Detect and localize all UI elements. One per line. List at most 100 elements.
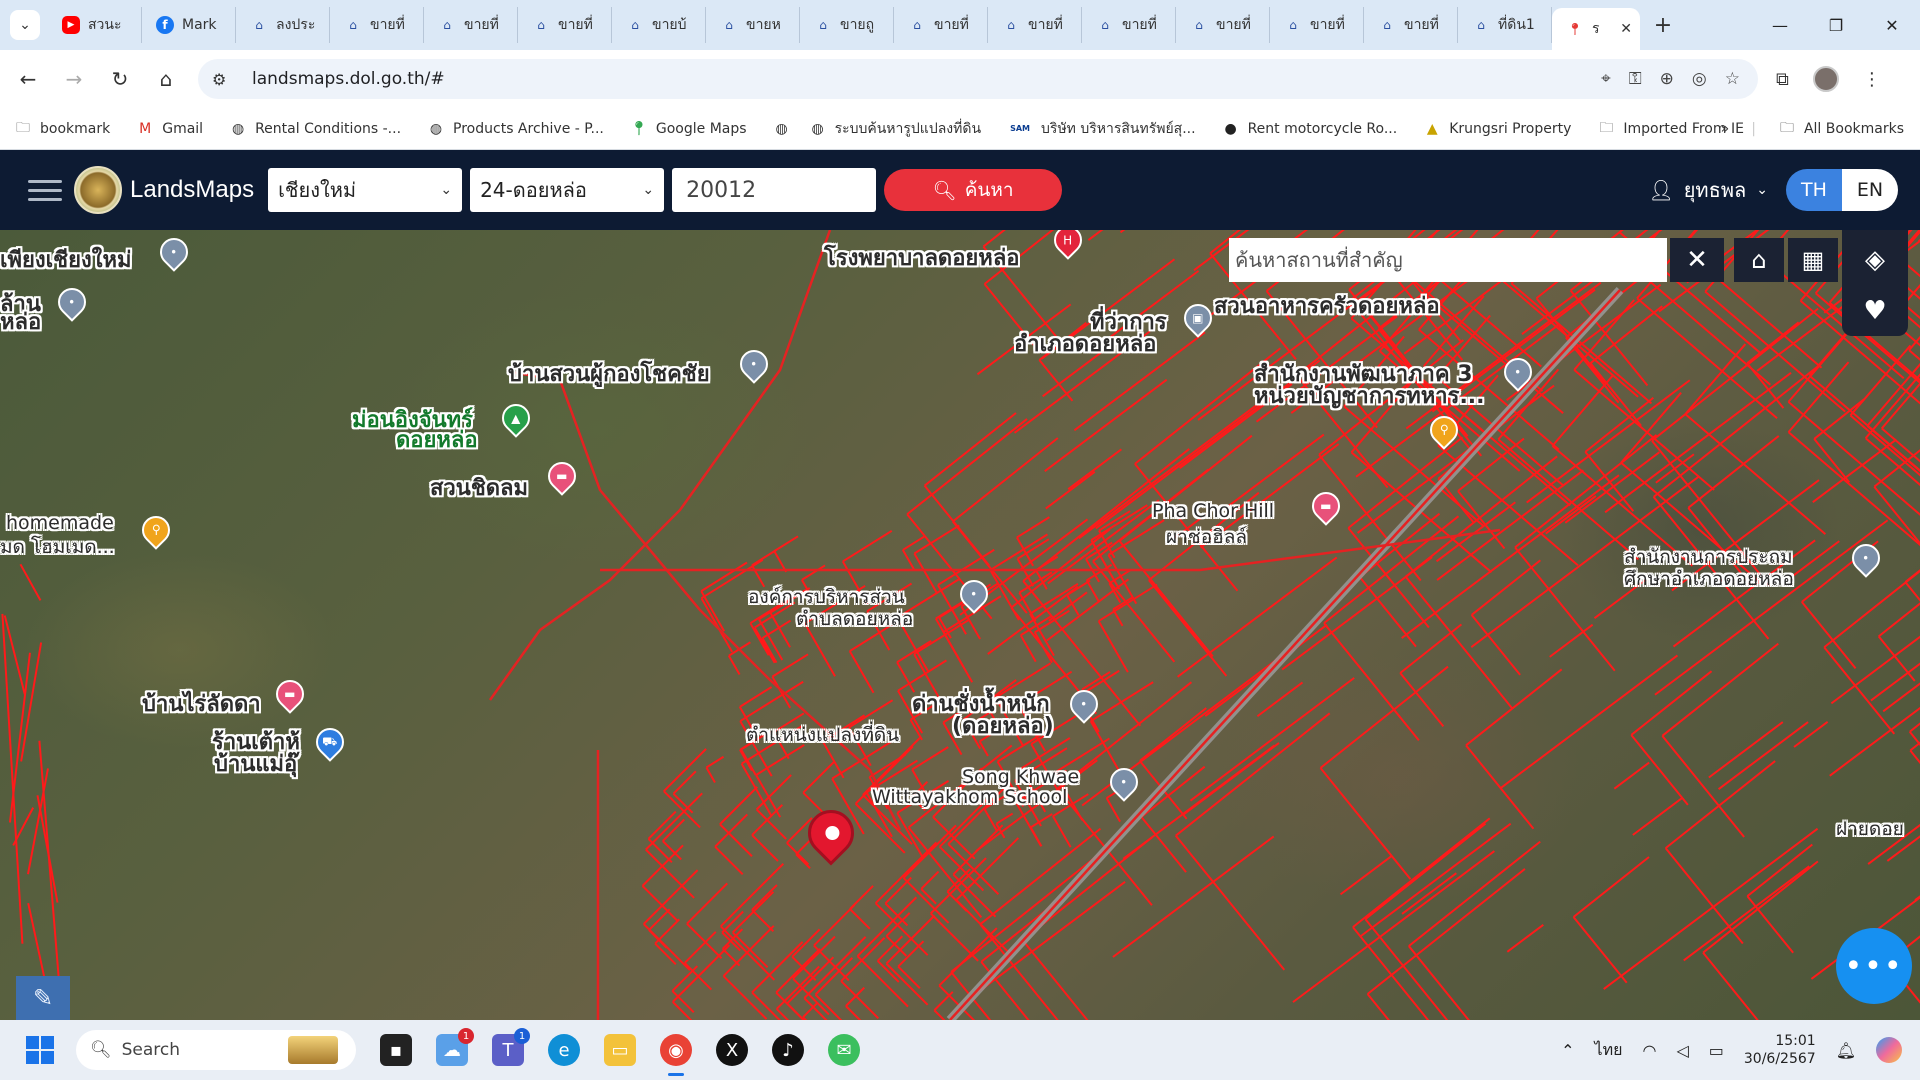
browser-tab[interactable]: ⌂ ขายที่ (1176, 7, 1270, 43)
notifications-icon[interactable]: 🔔︎ (1836, 1041, 1856, 1060)
input-language[interactable]: ไทย (1595, 1038, 1623, 1063)
browser-tab[interactable]: ⌂ ขายที่ (1082, 7, 1176, 43)
location-icon[interactable]: ⌖ (1601, 69, 1611, 89)
file-explorer-icon[interactable]: ▭ (604, 1034, 636, 1066)
active-browser-tab[interactable]: 📍︎ ร ✕ (1552, 8, 1640, 50)
close-tab-icon[interactable]: ✕ (1620, 21, 1632, 37)
bookmark-item[interactable]: ▲ Krungsri Property (1423, 120, 1572, 138)
layers-icon[interactable]: ◈ (1865, 245, 1885, 275)
back-button[interactable]: ← (10, 61, 46, 97)
bookmark-item[interactable]: ◍ (773, 120, 791, 138)
lang-en-button[interactable]: EN (1842, 169, 1898, 211)
home-view-button[interactable]: ⌂ (1734, 238, 1784, 282)
map-label: Song Khwae (962, 766, 1080, 788)
browser-tab[interactable]: ⌂ ขายที่ (1364, 7, 1458, 43)
window-controls: — ❐ ✕ (1752, 0, 1920, 50)
chevron-up-icon[interactable]: ⌃ (1561, 1041, 1574, 1060)
teams-icon[interactable]: T1 (492, 1028, 530, 1066)
map-label: Wittayakhom School (872, 786, 1068, 808)
globe-icon: ◍ (429, 120, 443, 137)
wechat-icon[interactable]: ✉ (828, 1034, 860, 1066)
wifi-icon[interactable]: ◠ (1642, 1041, 1656, 1060)
district-value: 24-ดอยหล่อ (480, 178, 587, 202)
browser-tab[interactable]: f Mark (142, 7, 236, 43)
bookmark-item[interactable]: M Gmail (136, 120, 203, 138)
parcel-number-input[interactable]: 20012 (672, 168, 877, 212)
search-button[interactable]: 🔍︎ ค้นหา (884, 169, 1063, 211)
weather-icon[interactable]: ☁ 1 (436, 1028, 474, 1066)
grid-button[interactable]: ▦ (1788, 238, 1838, 282)
lang-th-button[interactable]: TH (1786, 169, 1842, 211)
address-bar[interactable]: ⚙ landsmaps.dol.go.th/# ⌖ ⚿ ⊕ ◎ ☆ (198, 59, 1758, 99)
reload-button[interactable]: ↻ (102, 61, 138, 97)
edge-icon[interactable]: e (548, 1034, 580, 1066)
browser-toolbar: ← → ↻ ⌂ ⚙ landsmaps.dol.go.th/# ⌖ ⚿ ⊕ ◎ … (0, 50, 1920, 108)
more-bookmarks-icon[interactable]: » (1721, 121, 1730, 137)
tab-title: ขายที่ (934, 17, 969, 33)
close-window-icon[interactable]: ✕ (1864, 0, 1920, 50)
eye-off-icon[interactable]: ◎ (1692, 69, 1707, 89)
taskbar-search[interactable]: 🔍︎ Search (76, 1030, 356, 1070)
province-select[interactable]: เชียงใหม่ ⌄ (268, 168, 463, 212)
user-menu[interactable]: 👤︎ ยุทธพล ⌄ (1648, 174, 1768, 206)
copilot-icon[interactable] (1876, 1037, 1902, 1063)
volume-icon[interactable]: ◁ (1676, 1041, 1688, 1060)
bookmark-item[interactable]: SAM บริษัท บริหารสินทรัพย์สุ... (1007, 118, 1196, 140)
browser-tab[interactable]: ⌂ ขายที่ (1270, 7, 1364, 43)
chat-button[interactable]: ••• (1836, 928, 1912, 1004)
youtube-icon: ▶ (62, 16, 80, 34)
browser-tab[interactable]: ⌂ ขายถู (800, 7, 894, 43)
bookmark-item[interactable]: ◍ Products Archive - P... (427, 120, 604, 138)
bookmark-item[interactable]: ◍ Rental Conditions -... (229, 120, 401, 138)
more-menu-icon[interactable]: ⋮ (1863, 69, 1881, 90)
tab-title: ลงประ (276, 17, 316, 33)
forward-button[interactable]: → (56, 61, 92, 97)
browser-tab[interactable]: ⌂ ขายที่ (330, 7, 424, 43)
new-tab-button[interactable]: + (1648, 10, 1678, 40)
tab-search-button[interactable]: ⌄ (10, 10, 40, 40)
url-text[interactable]: landsmaps.dol.go.th/# (252, 69, 445, 89)
bookmark-item[interactable]: ◍ ระบบค้นหารูปแปลงที่ดิน (809, 118, 981, 140)
restore-icon[interactable]: ❐ (1808, 0, 1864, 50)
browser-tab[interactable]: ⌂ ขายห (706, 7, 800, 43)
minimize-icon[interactable]: — (1752, 0, 1808, 50)
extensions-icon[interactable]: ⧉ (1776, 69, 1789, 90)
windows-start-icon[interactable] (26, 1036, 54, 1064)
map-label: บ้านไร่ลัดดา (142, 692, 261, 717)
browser-tab[interactable]: ⌂ ขายบ้ (612, 7, 706, 43)
tiktok-icon[interactable]: ♪ (772, 1034, 804, 1066)
bookmark-item[interactable]: 📍︎ Google Maps (630, 120, 747, 138)
measure-tool-button[interactable]: ✎ (16, 976, 70, 1020)
browser-tab[interactable]: ⌂ ขายที่ (518, 7, 612, 43)
site-info-icon[interactable]: ⚙ (212, 70, 236, 89)
menu-icon[interactable] (28, 179, 62, 201)
clear-search-button[interactable]: ✕ (1670, 238, 1724, 282)
bookmark-item[interactable]: 🗀 bookmark (14, 120, 110, 138)
search-icon: 🔍︎ (932, 179, 957, 202)
search-icon: 🔍︎ (90, 1040, 112, 1060)
x-icon[interactable]: X (716, 1034, 748, 1066)
bookmark-label: Google Maps (655, 120, 747, 137)
zoom-icon[interactable]: ⊕ (1660, 69, 1674, 89)
browser-tab[interactable]: ▶ สวนะ (48, 7, 142, 43)
chrome-icon[interactable]: ◉ (660, 1034, 692, 1076)
heart-icon[interactable]: ♥ (1863, 296, 1886, 326)
battery-icon[interactable]: ▭ (1709, 1041, 1724, 1060)
gmail-icon: M (139, 120, 152, 137)
home-button[interactable]: ⌂ (148, 61, 184, 97)
password-key-icon[interactable]: ⚿ (1629, 69, 1642, 89)
browser-tab[interactable]: ⌂ ลงประ (236, 7, 330, 43)
bookmark-item[interactable]: ● Rent motorcycle Ro... (1222, 120, 1397, 138)
browser-tab[interactable]: ⌂ ขายที่ (424, 7, 518, 43)
bookmark-star-icon[interactable]: ☆ (1725, 69, 1740, 89)
browser-tab[interactable]: ⌂ ที่ดิน1 (1458, 7, 1552, 43)
district-select[interactable]: 24-ดอยหล่อ ⌄ (470, 168, 665, 212)
all-bookmarks-button[interactable]: 🗀 All Bookmarks (1778, 120, 1904, 138)
browser-tab[interactable]: ⌂ ขายที่ (894, 7, 988, 43)
place-search-input[interactable]: ค้นหาสถานที่สำคัญ (1229, 238, 1667, 282)
map-canvas[interactable]: โรงพยาบาลดอยหล่อ สวนอาหารครัวดอยหล่อ ที่… (0, 230, 1920, 1020)
profile-avatar[interactable] (1812, 66, 1839, 92)
clock[interactable]: 15:01 30/6/2567 (1744, 1032, 1816, 1068)
browser-tab[interactable]: ⌂ ขายที่ (988, 7, 1082, 43)
task-view-icon[interactable]: ▪ (380, 1034, 412, 1066)
